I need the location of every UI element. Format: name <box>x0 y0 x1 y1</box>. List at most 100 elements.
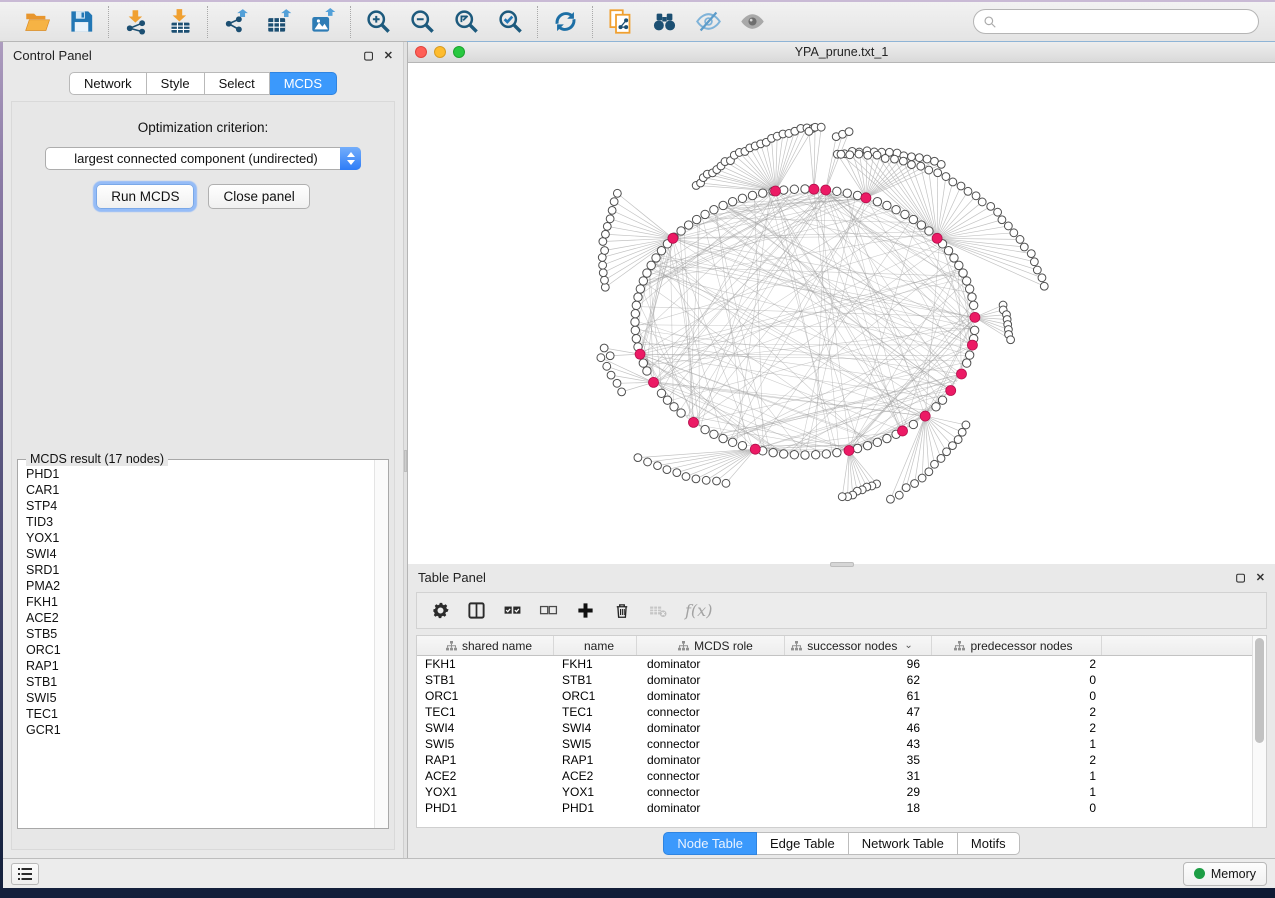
zoom-in-button[interactable] <box>363 7 393 37</box>
graph-node[interactable] <box>738 194 746 202</box>
tab-mcds[interactable]: MCDS <box>270 72 337 95</box>
table-scrollbar[interactable] <box>1252 636 1266 827</box>
graph-node[interactable] <box>728 438 736 446</box>
export-network-button[interactable] <box>220 7 250 37</box>
table-options-button[interactable] <box>431 599 450 623</box>
graph-leaf-node[interactable] <box>891 155 899 163</box>
table-row[interactable]: STB1STB1dominator620 <box>417 672 1252 688</box>
search-network-button[interactable] <box>649 7 679 37</box>
add-column-button[interactable] <box>575 599 596 623</box>
graph-node[interactable] <box>811 451 819 459</box>
graph-node[interactable] <box>759 189 767 197</box>
table-row[interactable]: RAP1RAP1dominator352 <box>417 752 1252 768</box>
mcds-result-item[interactable]: ACE2 <box>26 610 374 626</box>
mcds-result-list[interactable]: PHD1CAR1STP4TID3YOX1SWI4SRD1PMA2FKH1ACE2… <box>18 460 374 828</box>
task-history-button[interactable] <box>11 863 39 885</box>
table-row[interactable]: PHD1PHD1dominator180 <box>417 800 1252 816</box>
graph-hub-node[interactable] <box>821 185 831 195</box>
graph-leaf-node[interactable] <box>817 123 825 131</box>
graph-leaf-node[interactable] <box>987 202 995 210</box>
maximize-window-icon[interactable] <box>453 46 465 58</box>
graph-node[interactable] <box>643 367 651 375</box>
graph-node[interactable] <box>950 254 958 262</box>
network-canvas[interactable] <box>408 63 1275 564</box>
graph-leaf-node[interactable] <box>673 469 681 477</box>
delete-column-button[interactable] <box>613 599 631 623</box>
graph-leaf-node[interactable] <box>949 442 957 450</box>
graph-node[interactable] <box>677 409 685 417</box>
graph-leaf-node[interactable] <box>908 153 916 161</box>
graph-hub-node[interactable] <box>688 417 698 427</box>
column-header-name[interactable]: name <box>554 636 637 655</box>
minimize-window-icon[interactable] <box>434 46 446 58</box>
graph-hub-node[interactable] <box>970 312 980 322</box>
graph-node[interactable] <box>901 210 909 218</box>
graph-leaf-node[interactable] <box>1027 250 1035 258</box>
graph-leaf-node[interactable] <box>864 151 872 159</box>
graph-leaf-node[interactable] <box>599 269 607 277</box>
graph-hub-node[interactable] <box>898 426 908 436</box>
graph-node[interactable] <box>959 269 967 277</box>
splitter-handle[interactable] <box>404 450 407 472</box>
graph-node[interactable] <box>684 221 692 229</box>
graph-hub-node[interactable] <box>809 184 819 194</box>
graph-node[interactable] <box>909 420 917 428</box>
graph-node[interactable] <box>833 448 841 456</box>
table-row[interactable]: SWI4SWI4dominator462 <box>417 720 1252 736</box>
graph-leaf-node[interactable] <box>597 354 605 362</box>
graph-leaf-node[interactable] <box>958 428 966 436</box>
graph-leaf-node[interactable] <box>964 187 972 195</box>
graph-node[interactable] <box>647 261 655 269</box>
graph-leaf-node[interactable] <box>887 495 895 503</box>
graph-node[interactable] <box>631 309 639 317</box>
graph-leaf-node[interactable] <box>599 238 607 246</box>
graph-node[interactable] <box>790 185 798 193</box>
table-row[interactable]: SWI5SWI5connector431 <box>417 736 1252 752</box>
graph-node[interactable] <box>962 359 970 367</box>
clone-network-button[interactable] <box>605 7 635 37</box>
graph-leaf-node[interactable] <box>845 128 853 136</box>
graph-leaf-node[interactable] <box>1038 274 1046 282</box>
mcds-result-item[interactable]: PHD1 <box>26 466 374 482</box>
graph-leaf-node[interactable] <box>998 216 1006 224</box>
show-all-button[interactable] <box>737 7 767 37</box>
graph-leaf-node[interactable] <box>855 150 863 158</box>
graph-node[interactable] <box>701 425 709 433</box>
mcds-result-item[interactable]: PMA2 <box>26 578 374 594</box>
graph-leaf-node[interactable] <box>713 477 721 485</box>
graph-node[interactable] <box>853 191 861 199</box>
graph-leaf-node[interactable] <box>722 479 730 487</box>
graph-leaf-node[interactable] <box>654 462 662 470</box>
tab-node-table[interactable]: Node Table <box>663 832 757 855</box>
graph-leaf-node[interactable] <box>937 161 945 169</box>
graph-leaf-node[interactable] <box>994 208 1002 216</box>
graph-node[interactable] <box>917 221 925 229</box>
graph-node[interactable] <box>925 227 933 235</box>
graph-leaf-node[interactable] <box>618 388 626 396</box>
optimization-criterion-select[interactable]: largest connected component (undirected) <box>45 147 361 170</box>
tab-edge-table[interactable]: Edge Table <box>757 832 849 855</box>
graph-node[interactable] <box>883 434 891 442</box>
graph-leaf-node[interactable] <box>1040 282 1048 290</box>
zoom-fit-button[interactable] <box>451 7 481 37</box>
graph-leaf-node[interactable] <box>610 198 618 206</box>
graph-leaf-node[interactable] <box>873 151 881 159</box>
column-header-predecessor-nodes[interactable]: predecessor nodes <box>932 636 1102 655</box>
graph-leaf-node[interactable] <box>923 155 931 163</box>
graph-leaf-node[interactable] <box>601 276 609 284</box>
graph-hub-node[interactable] <box>920 411 930 421</box>
graph-node[interactable] <box>639 277 647 285</box>
graph-node[interactable] <box>657 389 665 397</box>
table-row[interactable]: TEC1TEC1connector472 <box>417 704 1252 720</box>
mcds-result-item[interactable]: STP4 <box>26 498 374 514</box>
graph-leaf-node[interactable] <box>1016 236 1024 244</box>
graph-leaf-node[interactable] <box>602 230 610 238</box>
graph-leaf-node[interactable] <box>644 458 652 466</box>
graph-leaf-node[interactable] <box>942 173 950 181</box>
graph-leaf-node[interactable] <box>663 466 671 474</box>
deselect-all-button[interactable] <box>539 599 558 623</box>
close-panel-icon[interactable]: ✕ <box>384 49 393 62</box>
graph-node[interactable] <box>822 450 830 458</box>
graph-node[interactable] <box>883 201 891 209</box>
close-window-icon[interactable] <box>415 46 427 58</box>
